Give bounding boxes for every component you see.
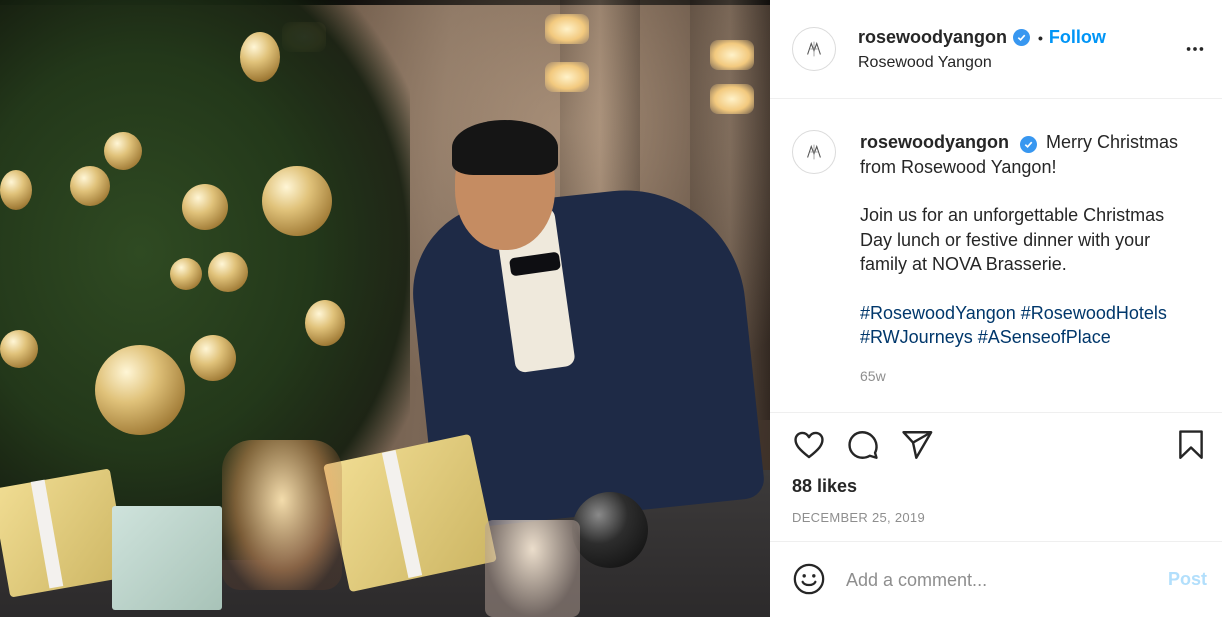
verified-badge-icon — [1013, 29, 1031, 46]
caption-line-2: Join us for an unforgettable Christmas D… — [860, 205, 1165, 274]
glass-candle — [485, 520, 580, 617]
ornament — [305, 300, 345, 346]
ornament — [170, 258, 202, 290]
likes-count[interactable]: 88 likes — [792, 476, 857, 497]
ornament — [262, 166, 332, 236]
gift-box — [0, 468, 129, 598]
post-comment-button[interactable]: Post — [1168, 569, 1207, 590]
gift-box-mint — [112, 506, 222, 610]
time-ago[interactable]: 65w — [860, 368, 886, 384]
wall-lamp — [710, 84, 754, 114]
location-link[interactable]: Rosewood Yangon — [858, 54, 992, 72]
bookmark-icon[interactable] — [1174, 428, 1208, 467]
heart-icon[interactable] — [792, 428, 826, 467]
avatar[interactable] — [792, 27, 836, 71]
paper-plane-icon[interactable] — [900, 428, 934, 467]
ornament — [95, 345, 185, 435]
header-username-row: rosewoodyangon • Follow — [858, 27, 1106, 48]
ornament — [70, 166, 110, 206]
rosewood-logo-icon — [807, 144, 821, 160]
divider — [770, 412, 1222, 413]
ornament — [0, 330, 38, 368]
post-caption: rosewoodyangon Merry Christmas from Rose… — [860, 130, 1200, 350]
rosewood-logo-icon — [807, 41, 821, 57]
dark-ornament — [572, 492, 648, 568]
more-dots-icon[interactable] — [1182, 36, 1208, 62]
ornament — [0, 170, 32, 210]
ornament — [190, 335, 236, 381]
ornament — [240, 32, 280, 82]
ornament — [208, 252, 248, 292]
separator-dot: • — [1038, 29, 1043, 46]
ornament — [104, 132, 142, 170]
post-photo[interactable] — [0, 0, 770, 617]
comment-row: Post — [770, 542, 1222, 617]
post-side-panel: rosewoodyangon • Follow Rosewood Yangon … — [770, 0, 1222, 617]
wall-lamp — [545, 14, 589, 44]
post-date: DECEMBER 25, 2019 — [792, 510, 925, 525]
caption-username[interactable]: rosewoodyangon — [860, 132, 1009, 152]
wall-lamp — [545, 62, 589, 92]
comment-input[interactable] — [846, 566, 1146, 594]
candle-holder — [222, 440, 342, 590]
follow-button[interactable]: Follow — [1049, 27, 1106, 48]
smiley-icon[interactable] — [792, 562, 826, 601]
ornament — [182, 184, 228, 230]
comment-icon[interactable] — [846, 428, 880, 467]
man-hair — [452, 120, 558, 175]
wall-lamp — [710, 40, 754, 70]
caption-avatar[interactable] — [792, 130, 836, 174]
header-username[interactable]: rosewoodyangon — [858, 27, 1007, 48]
verified-badge-icon — [1020, 136, 1038, 153]
divider — [770, 98, 1222, 99]
caption-hashtags[interactable]: #RosewoodYangon #RosewoodHotels #RWJourn… — [860, 301, 1200, 350]
